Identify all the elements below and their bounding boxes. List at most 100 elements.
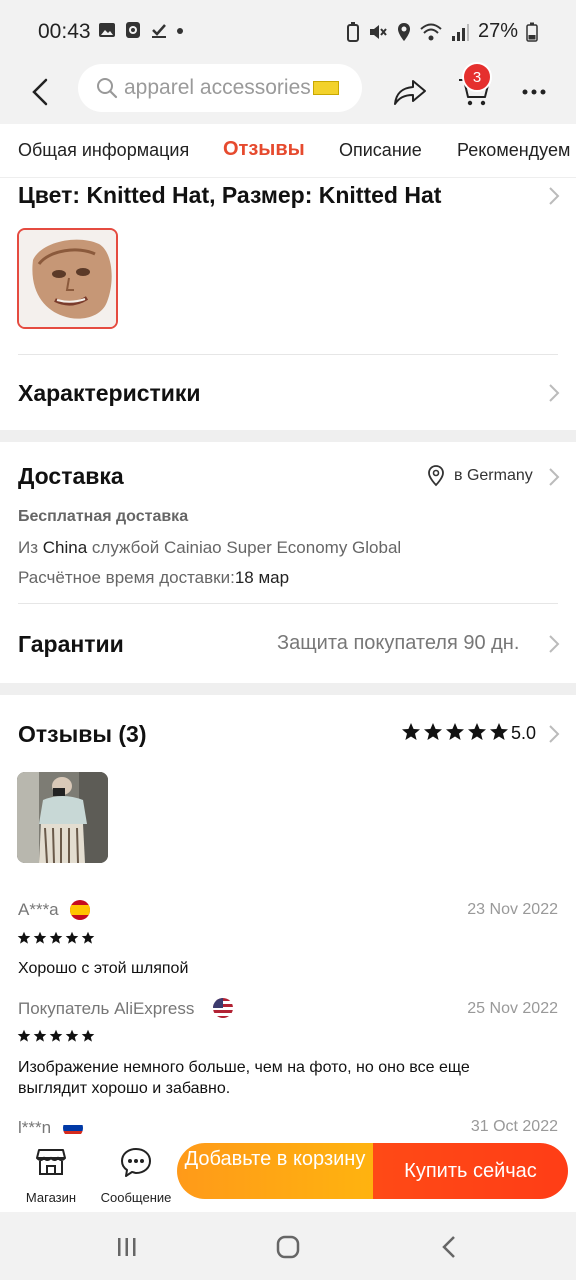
home-icon[interactable] (276, 1235, 300, 1259)
review-stars (17, 1029, 95, 1043)
section-gap (0, 430, 576, 442)
divider (18, 354, 558, 355)
review-photo[interactable] (17, 772, 108, 863)
sticker-image (312, 81, 339, 95)
star-icon (402, 723, 420, 740)
chevron-right-icon (549, 725, 560, 743)
battery-saver-icon (346, 21, 359, 42)
delivery-eta-value: 18 мар (234, 568, 290, 587)
search-input[interactable]: apparel accessories (78, 64, 362, 112)
hat-image (19, 230, 116, 327)
shipping-method: Из China службой Cainiao Super Economy G… (18, 538, 401, 558)
variant-thumbnail[interactable] (17, 228, 118, 329)
overall-rating-value: 5.0 (511, 723, 537, 743)
tab-reviews[interactable]: Отзывы (223, 138, 305, 161)
chevron-right-icon (549, 635, 560, 653)
star-icon (446, 723, 464, 740)
store-label: Магазин (25, 1190, 77, 1205)
tab-description[interactable]: Описание (339, 140, 422, 161)
review-text: Хорошо с этой шляпой (18, 960, 189, 977)
shipping-carrier: службой Cainiao Super Economy Global (91, 538, 402, 557)
message-button[interactable]: Сообщение (96, 1142, 176, 1206)
message-label: Сообщение (100, 1190, 172, 1205)
review-author: A***a (18, 900, 59, 919)
buy-now-button[interactable]: Купить сейчас (373, 1143, 568, 1199)
mute-icon (369, 24, 387, 39)
review-date: 31 Oct 2022 (470, 1118, 558, 1134)
download-done-icon (152, 24, 166, 38)
overall-rating-stars (401, 722, 509, 742)
star-icon (81, 931, 95, 944)
review-stars (17, 931, 95, 945)
tab-recommended[interactable]: Рекомендуем (457, 140, 570, 161)
free-shipping-label: Бесплатная доставка (18, 508, 189, 525)
system-icons: 27% (346, 20, 538, 43)
search-query: apparel accessories (124, 76, 311, 99)
location-icon (397, 22, 410, 41)
review-date: 23 Nov 2022 (467, 901, 558, 918)
star-icon (33, 931, 47, 944)
star-icon (65, 931, 79, 944)
delivery-title: Доставка (18, 463, 124, 489)
shipping-from-prefix: Из (18, 538, 39, 557)
share-icon (394, 80, 426, 105)
system-navigation-bar (0, 1212, 576, 1280)
notification-icons (98, 21, 184, 39)
system-back-icon[interactable] (441, 1235, 457, 1259)
star-icon (468, 723, 486, 740)
star-icon (49, 931, 63, 944)
delivery-eta-label: Расчётное время доставки: (18, 568, 235, 587)
dot-icon (177, 28, 183, 34)
section-gap (0, 683, 576, 695)
review-text: Изображение немного больше, чем на фото,… (18, 1059, 470, 1097)
shipping-from-country: China (42, 538, 88, 557)
review-author: Покупатель AliExpress (18, 999, 195, 1018)
status-bar: 00:43 27% (0, 0, 576, 62)
search-icon (97, 78, 118, 99)
specifications-title[interactable]: Характеристики (18, 380, 201, 407)
reviews-title[interactable]: Отзывы (3) (18, 721, 147, 748)
store-icon (36, 1149, 66, 1175)
review-date: 25 Nov 2022 (467, 1000, 558, 1017)
review-photo-image (17, 772, 108, 863)
wifi-icon (420, 23, 442, 40)
share-button[interactable] (388, 70, 432, 114)
more-icon (522, 89, 546, 95)
star-icon (33, 1029, 47, 1042)
battery-icon (526, 22, 538, 42)
add-to-cart-button[interactable]: Добавьте в корзину (177, 1143, 373, 1199)
delivery-estimate: Расчётное время доставки:18 мар (18, 568, 289, 588)
star-icon (17, 1029, 31, 1042)
location-pin-icon (428, 465, 444, 487)
usa-flag-icon (213, 998, 233, 1018)
tab-general-info[interactable]: Общая информация (18, 140, 189, 161)
guarantee-title[interactable]: Гарантии (18, 631, 124, 658)
variant-title[interactable]: Цвет: Knitted Hat, Размер: Knitted Hat (18, 182, 441, 209)
star-icon (65, 1029, 79, 1042)
russia-flag-icon (63, 1118, 83, 1134)
recent-apps-icon[interactable] (116, 1236, 138, 1258)
star-icon (81, 1029, 95, 1042)
review-author: l***n (18, 1118, 52, 1134)
star-icon (490, 723, 508, 740)
chevron-right-icon (549, 468, 560, 486)
store-button[interactable]: Магазин (16, 1142, 86, 1206)
product-tabs: Общая информация Отзывы Описание Рекомен… (0, 124, 576, 178)
review-item-partial: l***n 31 Oct 2022 (0, 1110, 576, 1134)
cart-count-badge: 3 (462, 62, 492, 92)
chevron-right-icon (549, 384, 560, 402)
star-icon (49, 1029, 63, 1042)
delivery-location[interactable]: в Germany (454, 467, 533, 485)
battery-percent: 27% (477, 20, 518, 42)
signal-icon (451, 23, 469, 41)
more-options-button[interactable] (514, 70, 554, 114)
app-notification-icon (126, 22, 140, 38)
gallery-icon (99, 23, 115, 37)
divider (18, 603, 558, 604)
back-arrow-icon (32, 78, 48, 106)
status-time: 00:43 (38, 20, 91, 43)
chevron-right-icon (549, 187, 560, 205)
star-icon (424, 723, 442, 740)
back-button[interactable] (20, 70, 60, 114)
bottom-action-bar: Магазин Сообщение Добавьте в корзину Куп… (0, 1134, 576, 1212)
